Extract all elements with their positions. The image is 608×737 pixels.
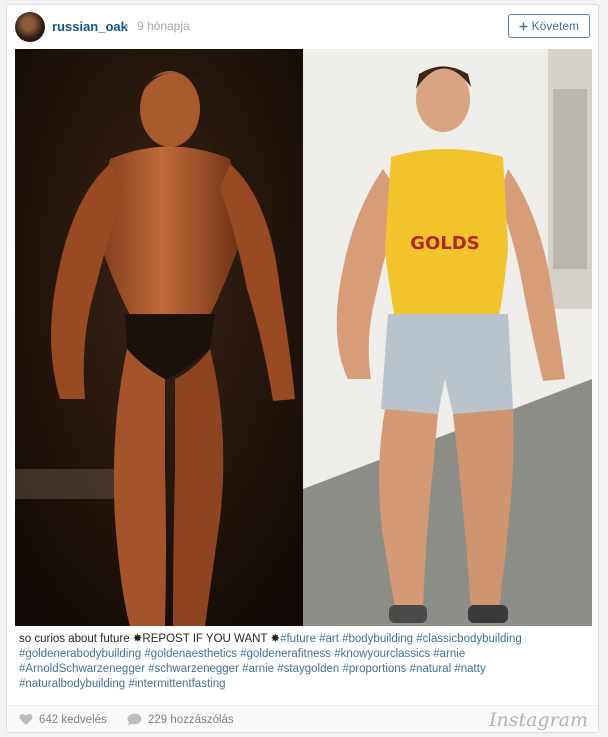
comment-bubble-icon (127, 713, 142, 726)
post-photo[interactable]: GOLDS (15, 49, 592, 626)
post-stats: 642 kedvelés 229 hozzászólás Instagram (7, 705, 598, 732)
post-card: russian_oak • 9 hónapja Követem GOLDS so… (6, 4, 599, 733)
caption-text: so curios about future (19, 633, 133, 645)
post-header: russian_oak • 9 hónapja Követem (7, 5, 598, 49)
heart-icon (19, 713, 33, 725)
likes-label: 642 kedvelés (39, 713, 107, 726)
comments-label: 229 hozzászólás (148, 713, 234, 726)
photo-right-panel: GOLDS (303, 49, 592, 626)
comments-count[interactable]: 229 hozzászólás (127, 713, 234, 726)
vintage-bodybuilder-image (15, 49, 303, 626)
post-timestamp[interactable]: 9 hónapja (137, 19, 190, 33)
caption-emphasis: ✸REPOST IF YOU WANT ✸ (132, 633, 281, 645)
photo-left-panel (15, 49, 303, 626)
plus-icon (519, 22, 528, 30)
follow-label: Követem (531, 19, 579, 33)
separator-dot: • (124, 19, 129, 33)
avatar[interactable] (15, 12, 45, 42)
post-caption: so curios about future ✸REPOST IF YOU WA… (19, 632, 579, 692)
instagram-logo[interactable]: Instagram (489, 709, 588, 731)
username-link[interactable]: russian_oak (52, 19, 128, 34)
likes-count[interactable]: 642 kedvelés (19, 713, 107, 726)
svg-text:GOLDS: GOLDS (410, 233, 479, 254)
follow-button[interactable]: Követem (507, 14, 590, 38)
modern-bodybuilder-image: GOLDS (303, 49, 592, 626)
